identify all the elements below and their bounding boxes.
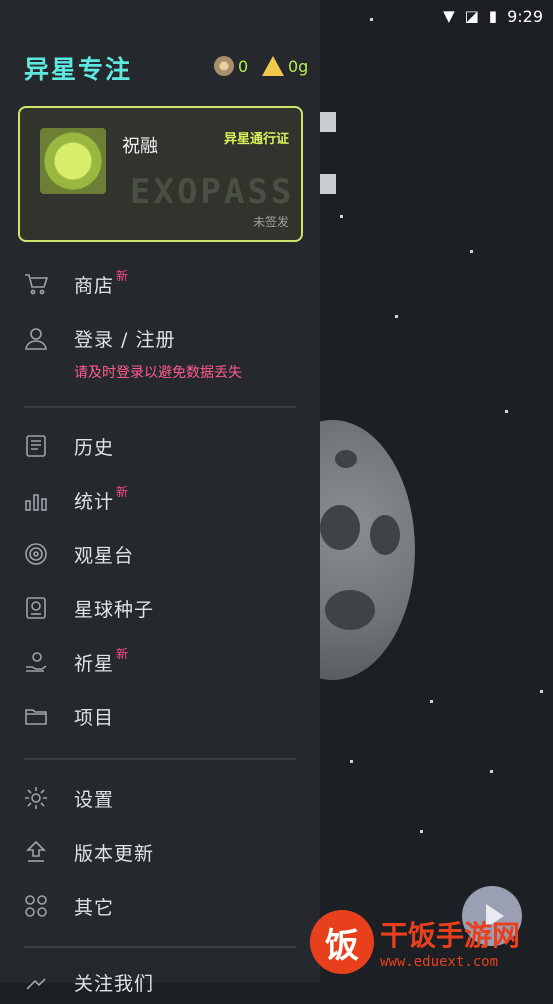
menu-item-history[interactable]: 历史 [0,424,320,468]
coin-count: 0 [238,56,249,76]
app-title: 异星专注 [24,55,133,84]
gear-icon [22,784,50,812]
star [350,760,353,763]
star [540,690,543,693]
signal-icon: ◪ [464,7,479,25]
star [505,410,508,413]
user-icon [22,324,50,352]
menu-label: 项目 [74,706,115,729]
menu-item-follow[interactable]: 关注我们 [0,960,320,1004]
menu-item-other[interactable]: 其它 [0,884,320,928]
menu-label: 历史 [74,436,115,459]
menu-item-observatory[interactable]: 观星台 [0,532,320,576]
history-icon [22,432,50,460]
menu-item-seeds[interactable]: 星球种子 [0,586,320,630]
battery-icon: ▮ [488,7,498,25]
planet-avatar [40,128,106,194]
upload-icon [22,838,50,866]
menu-item-shop[interactable]: 商店 新 [0,262,320,306]
gem-balance[interactable]: 0g [262,56,308,76]
star [490,770,493,773]
pass-status: 未签发 [252,215,289,229]
pixel-block [320,112,336,132]
menu-label: 登录 / 注册 [74,328,176,351]
menu-label: 商店 [74,274,115,297]
exopass-card[interactable]: 祝融 异星通行证 EXOPASS 未签发 [18,106,303,242]
star [395,315,398,318]
menu-label: 星球种子 [74,598,155,621]
planet-card-icon [22,594,50,622]
hand-planet-icon [22,648,50,676]
status-time: 9:29 [507,6,543,26]
exopass-watermark: EXOPASS [130,172,295,212]
watermark-brand: 干饭手游网 [380,919,521,952]
follow-icon [22,968,50,996]
divider [24,946,296,948]
menu-label: 关注我们 [74,972,155,995]
wifi-icon: ▼ [443,7,455,25]
watermark-logo: 饭 [310,910,374,974]
status-bar: ▼ ◪ ▮ 9:29 [0,0,553,32]
new-badge: 新 [116,268,129,283]
pixel-block [320,174,336,194]
watermark-text: 干饭手游网 www.eduext.com [380,914,520,970]
menu-label: 其它 [74,896,115,919]
planet-name: 祝融 [122,136,158,157]
menu-item-login[interactable]: 登录 / 注册 [0,316,320,360]
watermark-url: www.eduext.com [380,954,499,970]
menu-item-stats[interactable]: 统计 新 [0,478,320,522]
pass-badge: 异星通行证 [223,132,289,147]
grid-dots-icon [22,892,50,920]
menu-item-update[interactable]: 版本更新 [0,830,320,874]
divider [24,758,296,760]
stats-icon [22,486,50,514]
star [430,700,433,703]
star [420,830,423,833]
pyramid-icon [262,56,284,76]
star [470,250,473,253]
navigation-drawer: 异星专注 0 0g 祝融 异星通行证 EXOPASS 未签发 商店 新 登录 /… [0,0,320,995]
login-hint: 请及时登录以避免数据丢失 [74,365,242,381]
menu-label: 祈星 [74,652,115,675]
gem-count: 0g [288,56,309,76]
target-icon [22,540,50,568]
coin-icon [214,56,234,76]
menu-item-projects[interactable]: 项目 [0,694,320,738]
menu-label: 统计 [74,490,115,513]
menu-label: 设置 [74,788,115,811]
site-watermark: 饭 干饭手游网 www.eduext.com [310,910,520,974]
folder-icon [22,702,50,730]
star [340,215,343,218]
cart-icon [22,270,50,298]
menu-label: 版本更新 [74,842,155,865]
menu-label: 观星台 [74,544,135,567]
coin-balance[interactable]: 0 [214,56,248,76]
divider [24,406,296,408]
new-badge: 新 [116,484,129,499]
menu-item-settings[interactable]: 设置 [0,776,320,820]
new-badge: 新 [116,646,129,661]
menu-item-pray[interactable]: 祈星 新 [0,640,320,684]
